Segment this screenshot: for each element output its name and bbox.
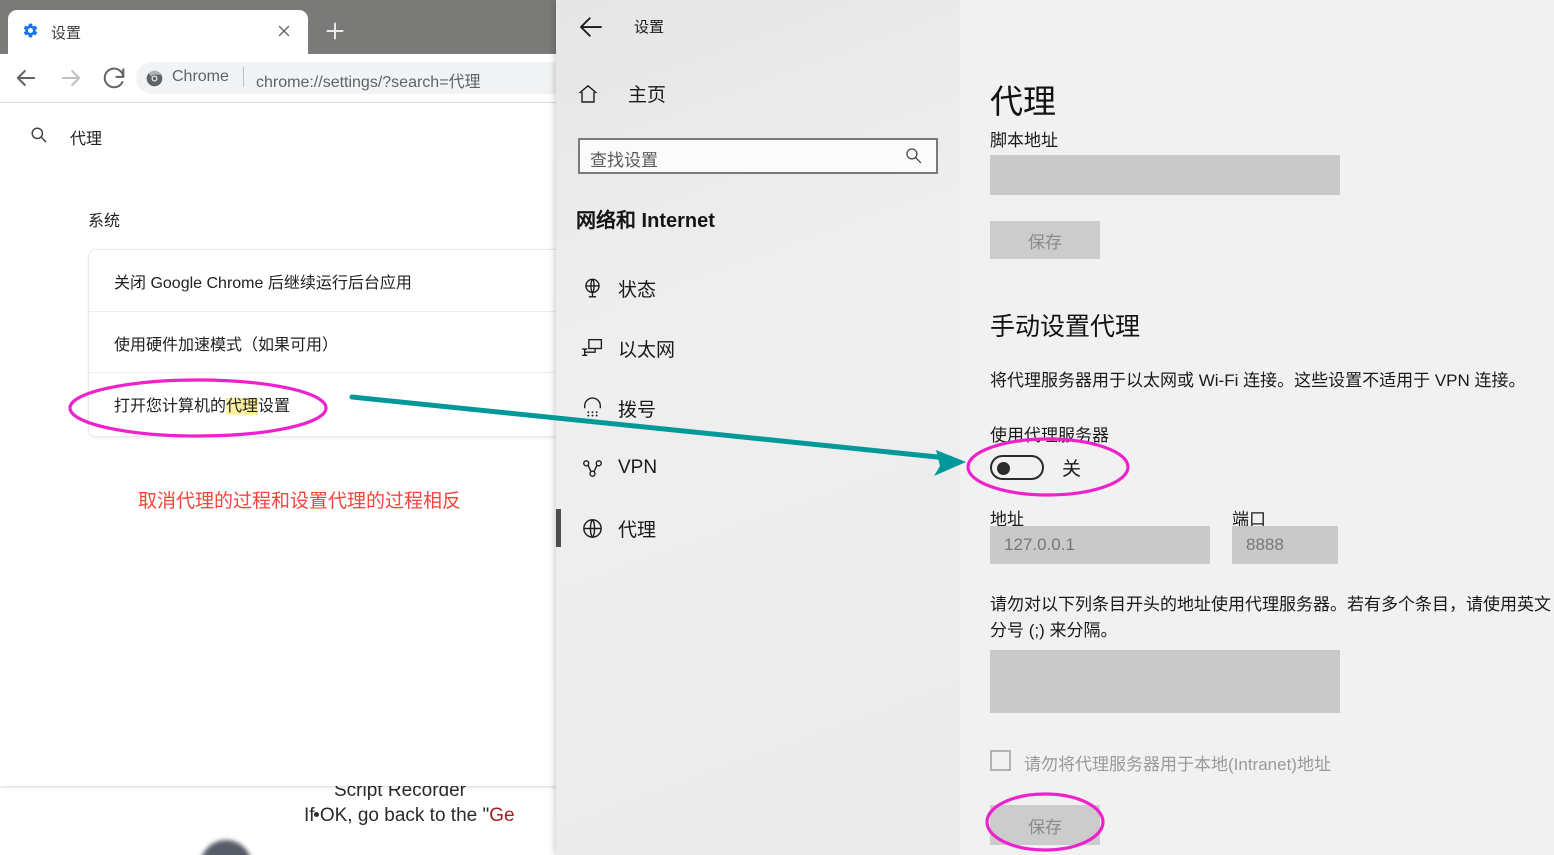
sidebar-item-proxy-label: 代理 — [618, 519, 657, 541]
settings-row-background-apps[interactable]: 关闭 Google Chrome 后继续运行后台应用 — [89, 250, 560, 311]
sidebar-item-ethernet-label: 以太网 — [618, 339, 676, 361]
sidebar-section-header: 网络和 Internet — [576, 210, 715, 232]
exceptions-input[interactable] — [990, 650, 1340, 713]
address-input-value: 127.0.0.1 — [1004, 535, 1075, 554]
omnibox-url-text: chrome://settings/?search=代理 — [256, 74, 481, 91]
sidebar-item-home[interactable]: 主页 — [576, 80, 666, 107]
proxy-row-highlighted-term: 代理 — [226, 397, 259, 415]
close-icon[interactable] — [275, 22, 293, 40]
proxy-row-text-before: 打开您计算机的 — [114, 397, 227, 415]
exceptions-description: 请勿对以下列条目开头的地址使用代理服务器。若有多个条目，请使用英文分号 (;) … — [990, 595, 1551, 640]
new-tab-button[interactable] — [322, 18, 348, 44]
dialup-icon — [584, 396, 601, 417]
toggle-knob — [997, 462, 1010, 475]
gear-icon — [23, 23, 38, 38]
back-arrow-icon[interactable] — [576, 12, 606, 42]
proxy-row-text-after: 设置 — [258, 397, 291, 415]
screenshot-root: Script Recorder If OK, go back to the "G… — [0, 0, 1554, 855]
sidebar-item-ethernet[interactable]: 以太网 — [556, 327, 960, 369]
use-proxy-toggle[interactable] — [990, 455, 1044, 480]
chrome-logo-icon — [146, 70, 163, 87]
manual-proxy-description: 将代理服务器用于以太网或 Wi-Fi 连接。这些设置不适用于 VPN 连接。 — [990, 371, 1526, 390]
background-doc-bullet-text-red: Ge — [489, 805, 515, 826]
reload-button[interactable] — [100, 64, 128, 92]
sidebar-item-vpn-label: VPN — [618, 457, 658, 478]
use-proxy-toggle-state: 关 — [1062, 459, 1082, 480]
bypass-local-label: 请勿将代理服务器用于本地(Intranet)地址 — [1024, 755, 1331, 774]
omnibox-separator — [243, 67, 244, 87]
search-icon[interactable] — [904, 146, 923, 165]
proxy-settings-panel: 代理 脚本地址 保存 手动设置代理 将代理服务器用于以太网或 Wi-Fi 连接。… — [960, 0, 1554, 855]
background-doc-bullet-text-prefix: If OK, go back to the " — [304, 805, 490, 826]
settings-row-open-proxy-settings-label: 打开您计算机的代理设置 — [114, 392, 290, 416]
manual-proxy-heading: 手动设置代理 — [990, 313, 1141, 341]
sidebar-item-home-label: 主页 — [628, 85, 667, 106]
sidebar-item-status-label: 状态 — [618, 279, 657, 301]
background-doc-bullet-text: If OK, go back to the "Ge — [304, 805, 515, 827]
ethernet-icon — [582, 338, 603, 356]
chrome-browser-window: 设置 Chrome chrome://settings/?search=代理 代… — [0, 0, 560, 786]
windows-settings-window: 设置 主页 查找设置 网络和 Internet 状态 以太网 拨号 VPN 代理… — [556, 0, 1554, 855]
sidebar-item-dialup[interactable]: 拨号 — [556, 387, 960, 429]
settings-row-background-apps-label: 关闭 Google Chrome 后继续运行后台应用 — [114, 274, 412, 292]
chrome-settings-search-value: 代理 — [70, 131, 103, 148]
settings-row-open-proxy-settings[interactable]: 打开您计算机的代理设置 — [89, 372, 560, 434]
port-input-value: 8888 — [1246, 535, 1284, 554]
script-address-input[interactable] — [990, 155, 1340, 195]
red-annotation-note: 取消代理的过程和设置代理的过程相反 — [138, 490, 462, 512]
chrome-settings-card: 关闭 Google Chrome 后继续运行后台应用 使用硬件加速模式（如果可用… — [88, 249, 560, 437]
back-button[interactable] — [12, 64, 40, 92]
script-address-label: 脚本地址 — [990, 131, 1058, 150]
forward-button[interactable] — [57, 64, 85, 92]
settings-row-hardware-accel-label: 使用硬件加速模式（如果可用） — [114, 336, 339, 354]
chrome-settings-section-title: 系统 — [88, 213, 121, 230]
browser-tab-title: 设置 — [51, 25, 82, 42]
home-icon — [579, 84, 597, 103]
panel-heading-proxy: 代理 — [990, 83, 1056, 120]
background-doc-dark-circle — [200, 840, 252, 855]
search-icon — [31, 127, 47, 143]
sidebar-item-status[interactable]: 状态 — [556, 267, 960, 309]
sidebar-item-dialup-label: 拨号 — [618, 399, 657, 421]
sidebar-item-vpn[interactable]: VPN — [556, 447, 960, 489]
sidebar-item-proxy[interactable]: 代理 — [556, 507, 960, 549]
settings-search-placeholder: 查找设置 — [590, 151, 658, 170]
windows-settings-title: 设置 — [634, 19, 665, 36]
vpn-icon — [583, 459, 602, 477]
save-script-button[interactable]: 保存 — [990, 221, 1100, 259]
settings-row-hardware-accel[interactable]: 使用硬件加速模式（如果可用） — [89, 311, 560, 373]
omnibox-brand-label: Chrome — [172, 68, 229, 85]
proxy-globe-icon — [583, 518, 602, 538]
globe-status-icon — [585, 278, 600, 298]
bypass-local-checkbox[interactable] — [990, 750, 1011, 771]
use-proxy-label: 使用代理服务器 — [990, 426, 1109, 445]
save-manual-proxy-button[interactable]: 保存 — [990, 805, 1100, 845]
